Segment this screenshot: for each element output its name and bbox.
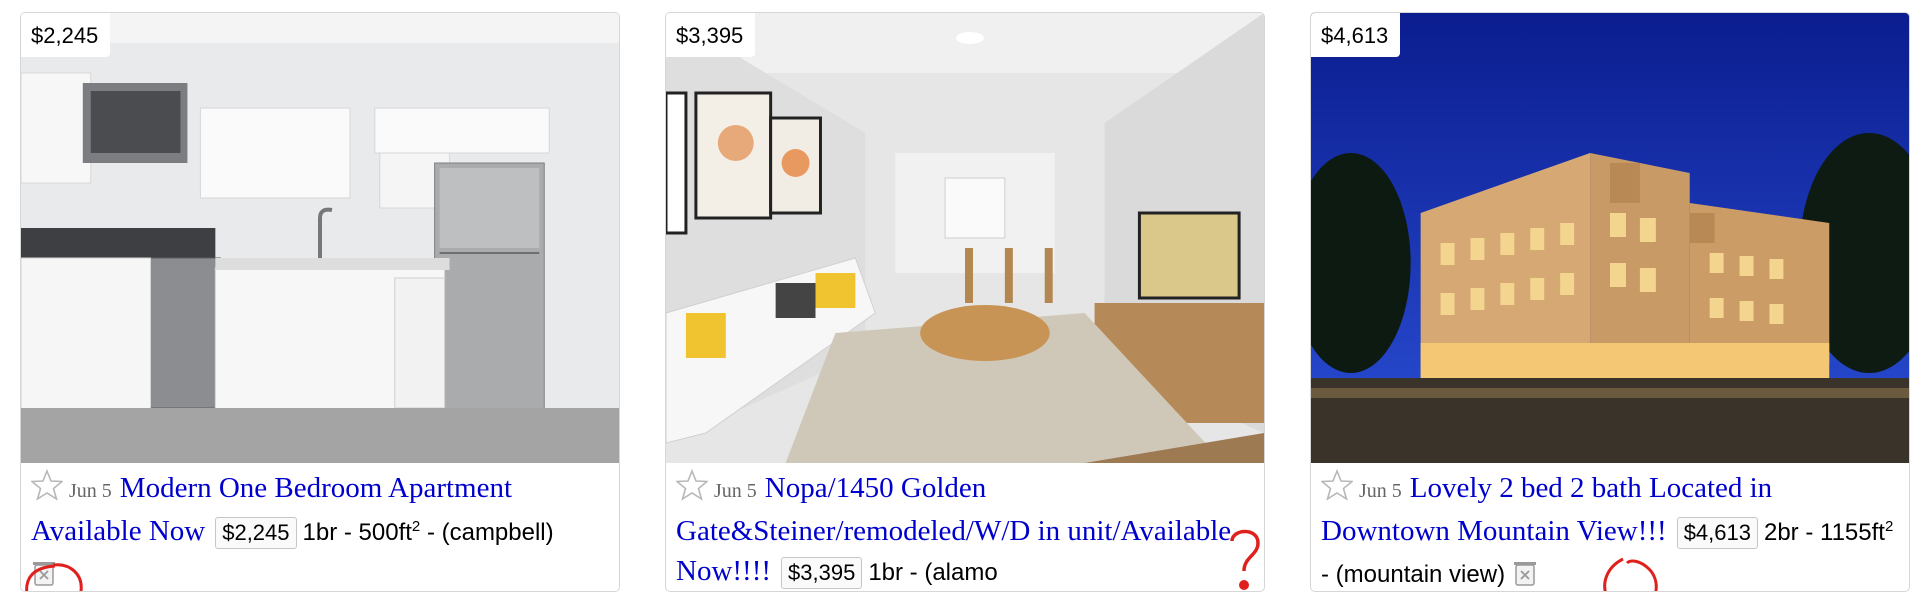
star-icon[interactable] [31, 469, 63, 501]
listing-card[interactable]: $2,245 Jun 5 Modern One Bedroom Apartment… [20, 12, 620, 592]
trash-icon[interactable] [1512, 559, 1538, 587]
listing-info: Jun 5 Modern One Bedroom Apartment Availa… [31, 468, 611, 591]
listing-card[interactable]: $3,395 Jun 5 Nopa/1450 Golden Gate&Steine… [665, 12, 1265, 592]
building-night-photo [1311, 13, 1909, 463]
star-icon[interactable] [676, 469, 708, 501]
listing-meta: $3,395 1br - (alamo [781, 557, 998, 589]
kitchen-photo [21, 13, 619, 463]
location-text: - (mountain view) [1321, 561, 1506, 588]
listing-photo[interactable]: $4,613 [1311, 13, 1909, 463]
posted-date: Jun 5 [714, 480, 757, 502]
listing-card[interactable]: $4,613 Jun 5 Lovely 2 bed 2 bath Located … [1310, 12, 1910, 592]
listing-meta: $2,245 1br - 500ft2 - (campbell) [215, 517, 554, 549]
price-badge: $3,395 [666, 13, 756, 57]
meta-price: $2,245 [215, 517, 297, 549]
posted-date: Jun 5 [69, 480, 112, 502]
listing-photo[interactable]: $3,395 [666, 13, 1264, 463]
housing-info: 1br - (alamo [868, 559, 998, 586]
meta-price: $4,613 [1676, 517, 1758, 549]
living-room-photo [666, 13, 1264, 463]
housing-info: 1br - 500ft [302, 519, 412, 546]
price-badge: $2,245 [21, 13, 111, 57]
sqft-superscript: 2 [411, 518, 421, 535]
listing-info: Jun 5 Nopa/1450 Golden Gate&Steiner/remod… [676, 468, 1256, 591]
posted-date: Jun 5 [1359, 480, 1402, 502]
listing-photo[interactable]: $2,245 [21, 13, 619, 463]
housing-info: 2br - 1155ft [1763, 519, 1885, 546]
sqft-superscript: 2 [1884, 518, 1894, 535]
listing-info: Jun 5 Lovely 2 bed 2 bath Located in Down… [1321, 468, 1901, 591]
star-icon[interactable] [1321, 469, 1353, 501]
price-badge: $4,613 [1311, 13, 1401, 57]
trash-icon[interactable] [31, 559, 57, 587]
meta-price: $3,395 [781, 557, 863, 589]
location-text: - (campbell) [426, 519, 554, 546]
